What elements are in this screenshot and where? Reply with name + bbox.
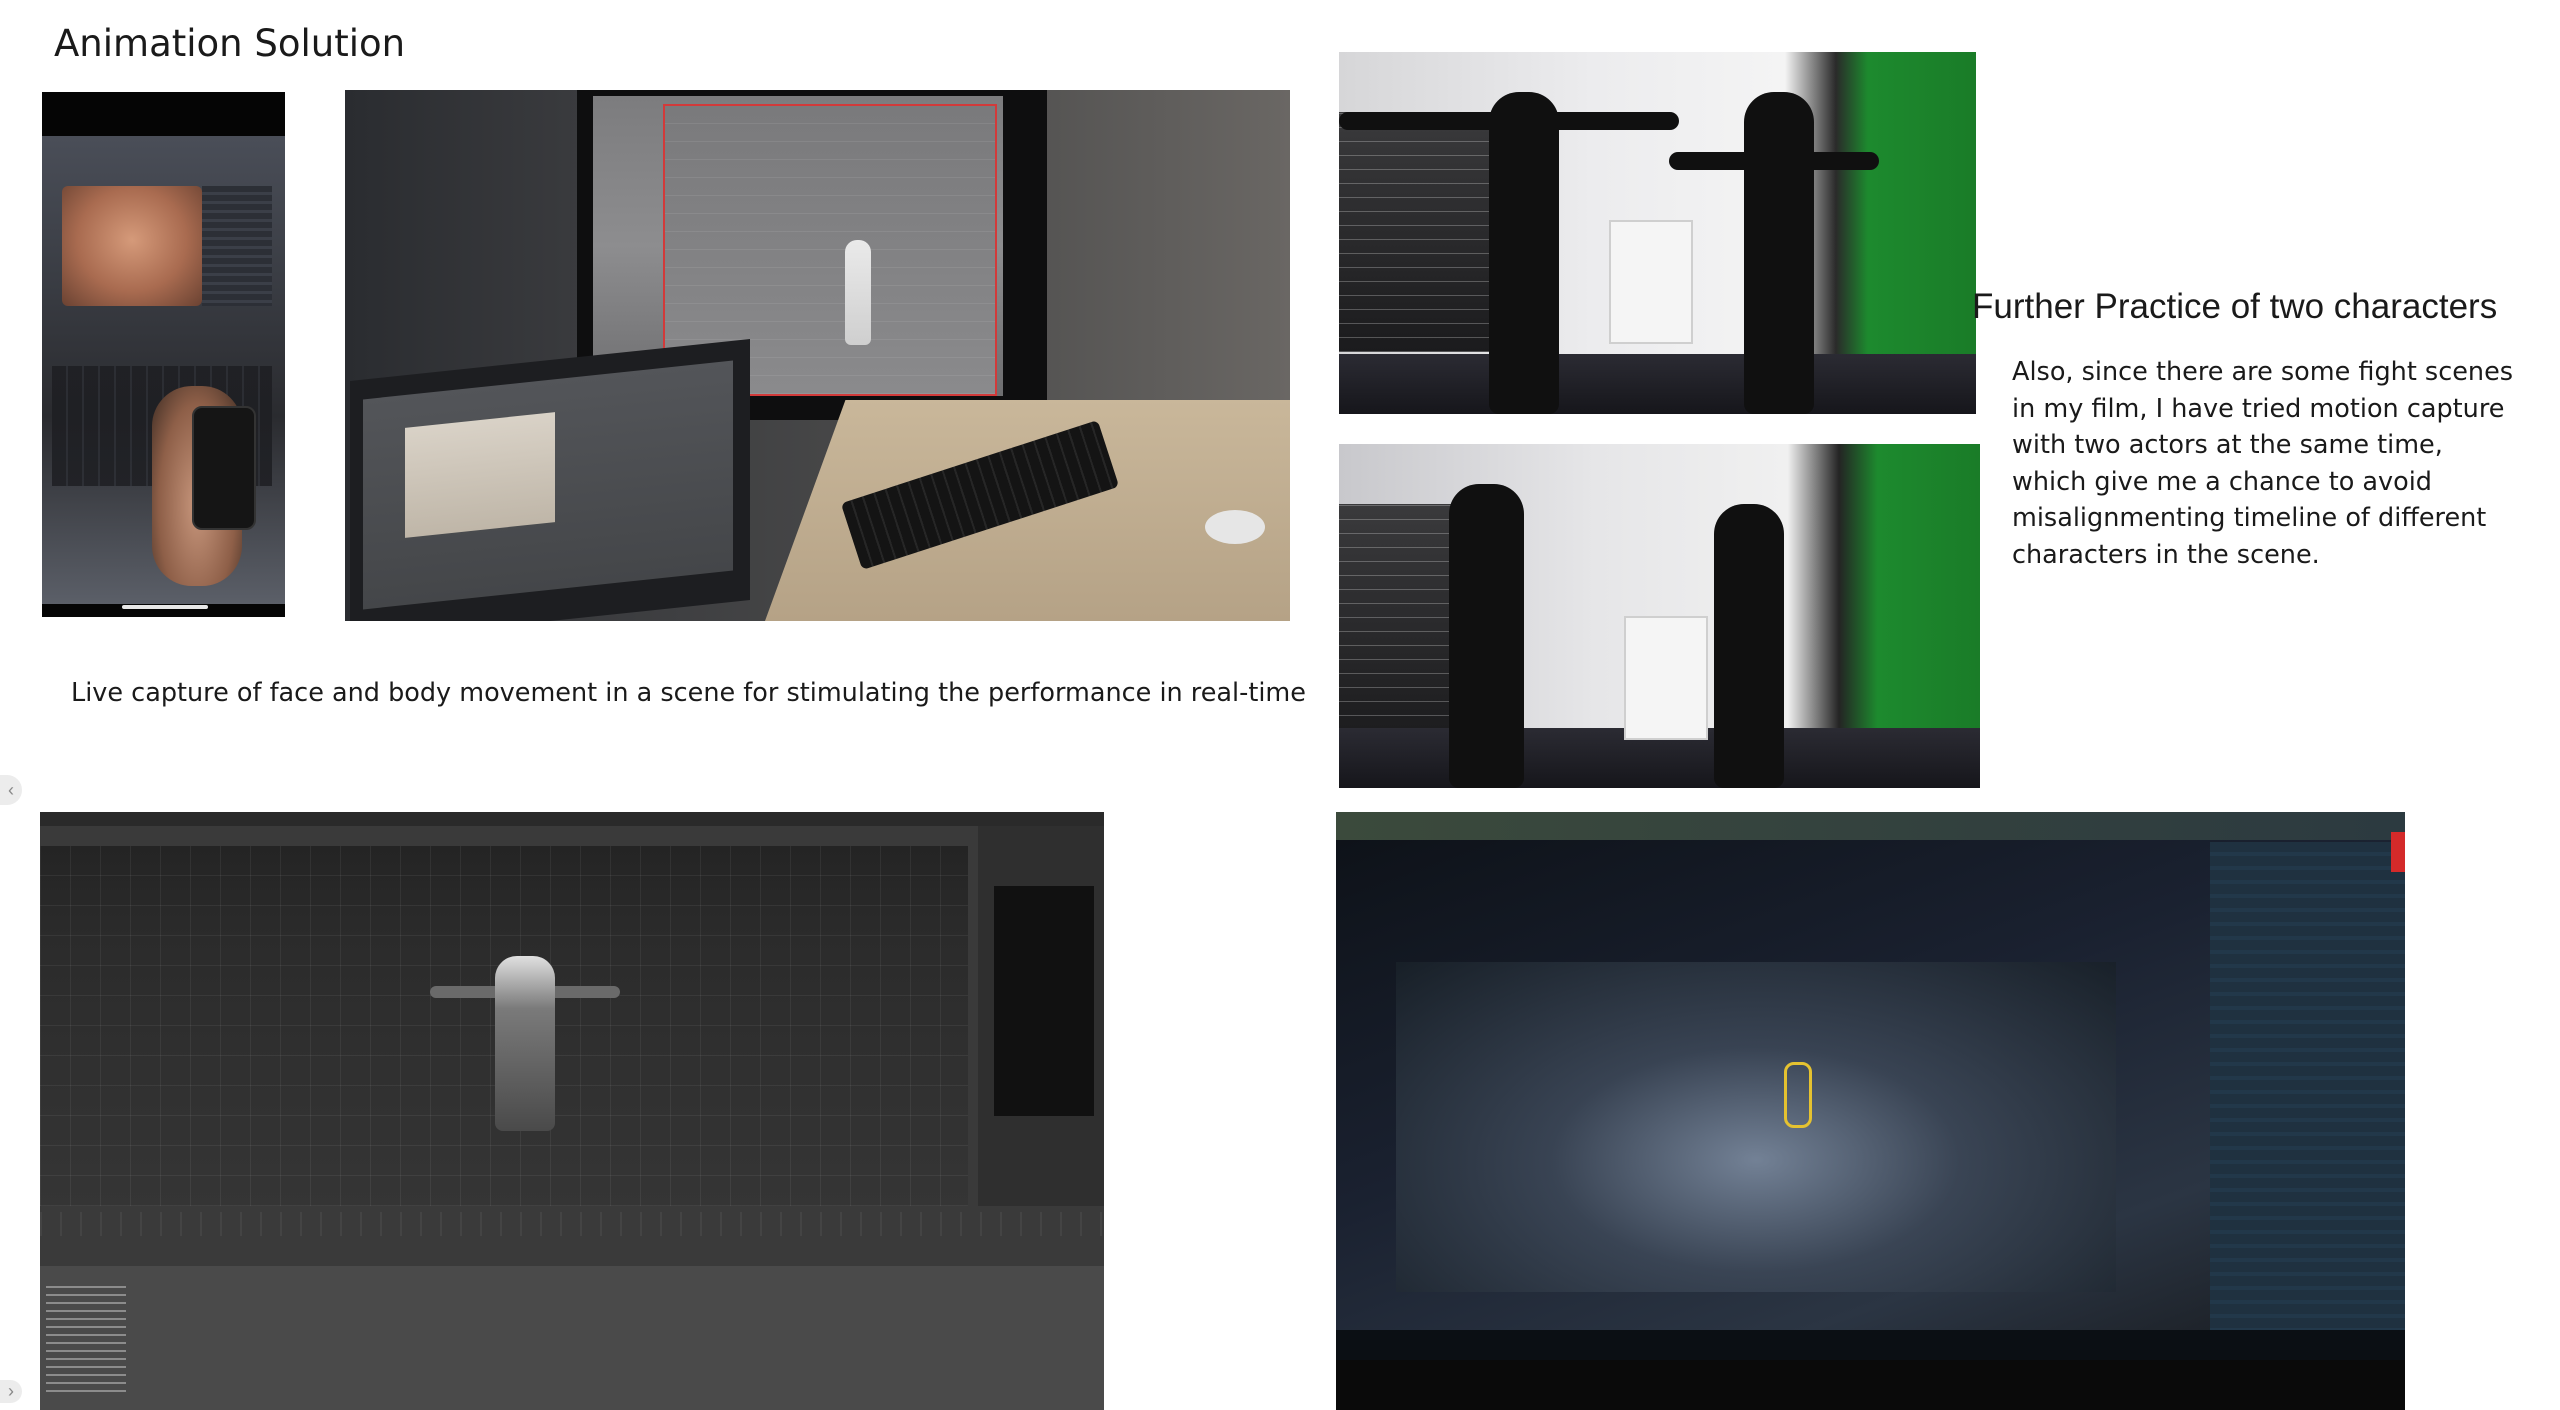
3d-viewport <box>40 846 968 1206</box>
mocap-figure <box>845 240 871 345</box>
character-controls-panel <box>994 886 1094 1116</box>
section-paragraph: Also, since there are some fight scenes … <box>2012 354 2532 573</box>
paragraph-line: which give me a chance to avoid <box>2012 466 2432 497</box>
slide-title: Animation Solution <box>54 22 406 65</box>
mouse <box>1205 510 1265 544</box>
engine-scene-monitor-photo <box>1336 812 2405 1410</box>
paragraph-line: in my film, I have tried motion capture <box>2012 393 2505 424</box>
face-preview <box>62 186 202 306</box>
desk-mocap-setup-photo <box>345 90 1290 621</box>
paragraph-line: Also, since there are some fight scenes <box>2012 357 2514 387</box>
chevron-right-icon[interactable]: › <box>0 1380 22 1403</box>
outliner-panel <box>2210 842 2405 1382</box>
motion-software-screenshot <box>40 812 1104 1410</box>
section-heading: Further Practice of two characters <box>1972 287 2498 326</box>
two-actor-mocap-photo-2 <box>1339 444 1980 788</box>
scene-viewport <box>1396 962 2116 1292</box>
chevron-left-icon[interactable]: ‹ <box>0 775 22 805</box>
home-indicator <box>122 605 208 609</box>
phone-face-capture-photo <box>42 92 285 617</box>
paragraph-line: characters in the scene. <box>2012 539 2320 570</box>
paragraph-line: misalignmenting timeline of different <box>2012 503 2487 533</box>
slide-caption: Live capture of face and body movement i… <box>71 678 1306 708</box>
two-actor-mocap-photo-1 <box>1339 52 1976 414</box>
selected-character-gizmo <box>1784 1062 1812 1128</box>
timeline <box>40 1212 1104 1236</box>
phone-device <box>192 406 256 530</box>
character-model <box>495 956 555 1131</box>
paragraph-line: with two actors at the same time, <box>2012 430 2443 460</box>
